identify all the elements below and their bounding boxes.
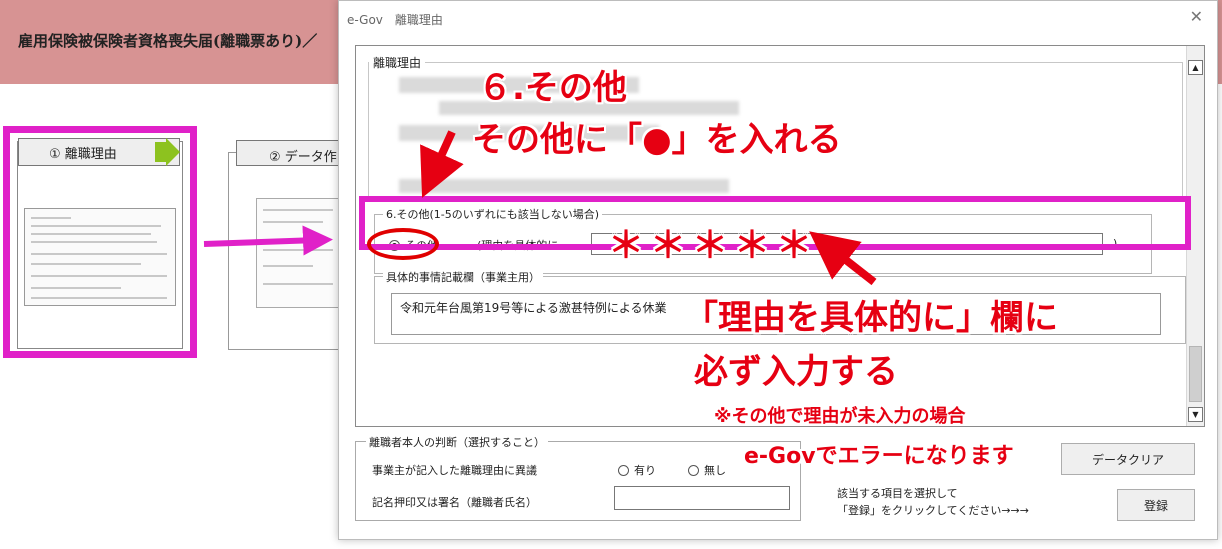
annotation-stars: ＊＊＊＊＊ xyxy=(608,225,819,266)
arrow-to-radio xyxy=(420,130,464,198)
annotation-field-instruction: 「理由を具体的に」欄に xyxy=(684,298,1058,338)
annotation-error: e-Govでエラーになります xyxy=(744,444,1014,469)
annotation-required: 必ず入力する xyxy=(694,352,898,392)
arrow-to-reason-input xyxy=(809,231,877,286)
annotation-note: ※その他で理由が未入力の場合 xyxy=(714,406,966,427)
annotation-instruction: その他に「●」を入れる xyxy=(472,120,842,160)
arrow-step-to-dialog xyxy=(203,225,333,256)
annotation-title: ６.その他 xyxy=(478,68,627,108)
